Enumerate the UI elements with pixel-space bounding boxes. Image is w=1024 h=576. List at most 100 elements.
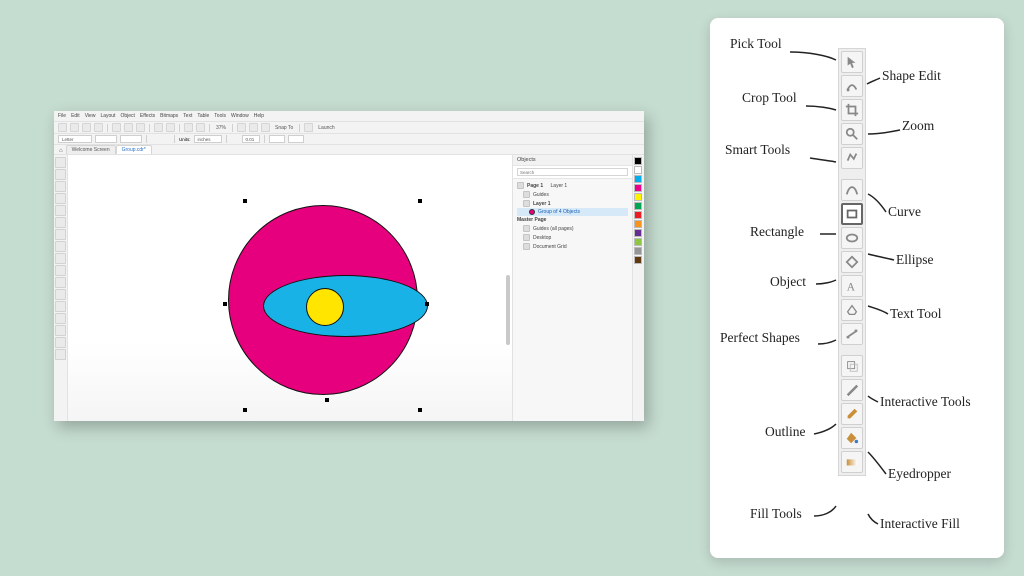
document-grid-row[interactable]: Document Grid — [517, 242, 628, 251]
tab-document[interactable]: Group.cdr* — [116, 145, 152, 154]
selection-handle[interactable] — [223, 302, 227, 306]
menu-help[interactable]: Help — [254, 114, 264, 119]
arrows-overlay — [710, 18, 1004, 558]
open-button[interactable] — [70, 123, 79, 132]
shape-tool[interactable] — [55, 169, 66, 180]
page-height[interactable] — [120, 135, 142, 143]
import-button[interactable] — [184, 123, 193, 132]
dropshadow-tool[interactable] — [55, 301, 66, 312]
units-dropdown[interactable]: inches — [194, 135, 222, 143]
portrait-button[interactable] — [151, 135, 159, 143]
tab-welcome[interactable]: Welcome Screen — [66, 145, 116, 154]
toolbar-sep — [209, 124, 210, 132]
polygon-tool[interactable] — [55, 241, 66, 252]
swatch[interactable] — [634, 256, 642, 264]
rulers-button[interactable] — [249, 123, 258, 132]
dup-y[interactable] — [288, 135, 304, 143]
options-button[interactable] — [304, 123, 313, 132]
blue-ellipse-shape[interactable] — [263, 275, 428, 337]
rectangle-tool[interactable] — [55, 217, 66, 228]
transparency-tool[interactable] — [55, 313, 66, 324]
menu-edit[interactable]: Edit — [71, 114, 80, 119]
guides-icon — [523, 225, 530, 232]
table-tool[interactable] — [55, 265, 66, 276]
interactive-fill-tool[interactable] — [55, 349, 66, 360]
new-button[interactable] — [58, 123, 67, 132]
selection-handle[interactable] — [243, 199, 247, 203]
selection-handle[interactable] — [425, 302, 429, 306]
group-row[interactable]: Group of 4 Objects — [517, 208, 628, 216]
menu-tools[interactable]: Tools — [214, 114, 226, 119]
yellow-circle-shape[interactable] — [306, 288, 344, 326]
undo-button[interactable] — [154, 123, 163, 132]
menu-text[interactable]: Text — [183, 114, 192, 119]
desktop-row[interactable]: Desktop — [517, 233, 628, 242]
selection-handle[interactable] — [418, 408, 422, 412]
objects-docker: Objects Page 1 Layer 1 Guides Layer 1 — [512, 155, 632, 421]
snap-to-dropdown[interactable]: Snap To — [273, 125, 295, 131]
crop-tool[interactable] — [55, 181, 66, 192]
export-button[interactable] — [196, 123, 205, 132]
menu-table[interactable]: Table — [197, 114, 209, 119]
canvas[interactable] — [68, 155, 512, 421]
selection-handle[interactable] — [418, 199, 422, 203]
menu-view[interactable]: View — [85, 114, 96, 119]
zoom-tool[interactable] — [55, 193, 66, 204]
layer-row[interactable]: Layer 1 — [517, 199, 628, 208]
dimension-tool[interactable] — [55, 277, 66, 288]
menu-window[interactable]: Window — [231, 114, 249, 119]
swatch[interactable] — [634, 211, 642, 219]
swatch[interactable] — [634, 202, 642, 210]
menu-layout[interactable]: Layout — [100, 114, 115, 119]
guides-all-row[interactable]: Guides (all pages) — [517, 224, 628, 233]
desktop-icon — [523, 234, 530, 241]
swatch[interactable] — [634, 184, 642, 192]
connector-tool[interactable] — [55, 289, 66, 300]
ellipse-tool[interactable] — [55, 229, 66, 240]
text-tool[interactable] — [55, 253, 66, 264]
guides-row[interactable]: Guides — [517, 190, 628, 199]
swatch[interactable] — [634, 193, 642, 201]
toolbar-sep — [107, 124, 108, 132]
landscape-button[interactable] — [162, 135, 170, 143]
home-icon[interactable]: ⌂ — [56, 148, 66, 154]
propbar-sep — [146, 135, 147, 143]
page-preset[interactable]: Letter — [58, 135, 92, 143]
menu-file[interactable]: File — [58, 114, 66, 119]
swatch[interactable] — [634, 220, 642, 228]
redo-button[interactable] — [166, 123, 175, 132]
cut-button[interactable] — [112, 123, 121, 132]
swatch[interactable] — [634, 238, 642, 246]
fill-tool[interactable] — [55, 337, 66, 348]
freehand-tool[interactable] — [55, 205, 66, 216]
dup-x[interactable] — [269, 135, 285, 143]
launch-dropdown[interactable]: Launch — [316, 125, 336, 131]
page-width[interactable] — [95, 135, 117, 143]
vertical-scrollbar[interactable] — [506, 275, 510, 345]
swatch[interactable] — [634, 229, 642, 237]
swatch[interactable] — [634, 157, 642, 165]
nudge-distance[interactable]: 0.01 — [242, 135, 260, 143]
selection-handle[interactable] — [325, 398, 329, 402]
selection-handle[interactable] — [243, 408, 247, 412]
save-button[interactable] — [82, 123, 91, 132]
copy-button[interactable] — [124, 123, 133, 132]
zoom-level[interactable]: 37% — [214, 125, 228, 131]
swatch[interactable] — [634, 175, 642, 183]
eyedropper-tool[interactable] — [55, 325, 66, 336]
menu-object[interactable]: Object — [120, 114, 134, 119]
master-page-row[interactable]: Master Page — [517, 216, 628, 224]
propbar-sep — [264, 135, 265, 143]
swatch[interactable] — [634, 166, 642, 174]
swatch[interactable] — [634, 247, 642, 255]
guides-icon — [523, 191, 530, 198]
paste-button[interactable] — [136, 123, 145, 132]
menu-bitmaps[interactable]: Bitmaps — [160, 114, 178, 119]
fullscreen-button[interactable] — [237, 123, 246, 132]
print-button[interactable] — [94, 123, 103, 132]
menu-effects[interactable]: Effects — [140, 114, 155, 119]
page-row[interactable]: Page 1 Layer 1 — [517, 181, 628, 190]
grid-button[interactable] — [261, 123, 270, 132]
pick-tool[interactable] — [55, 157, 66, 168]
objects-search[interactable] — [517, 168, 628, 176]
